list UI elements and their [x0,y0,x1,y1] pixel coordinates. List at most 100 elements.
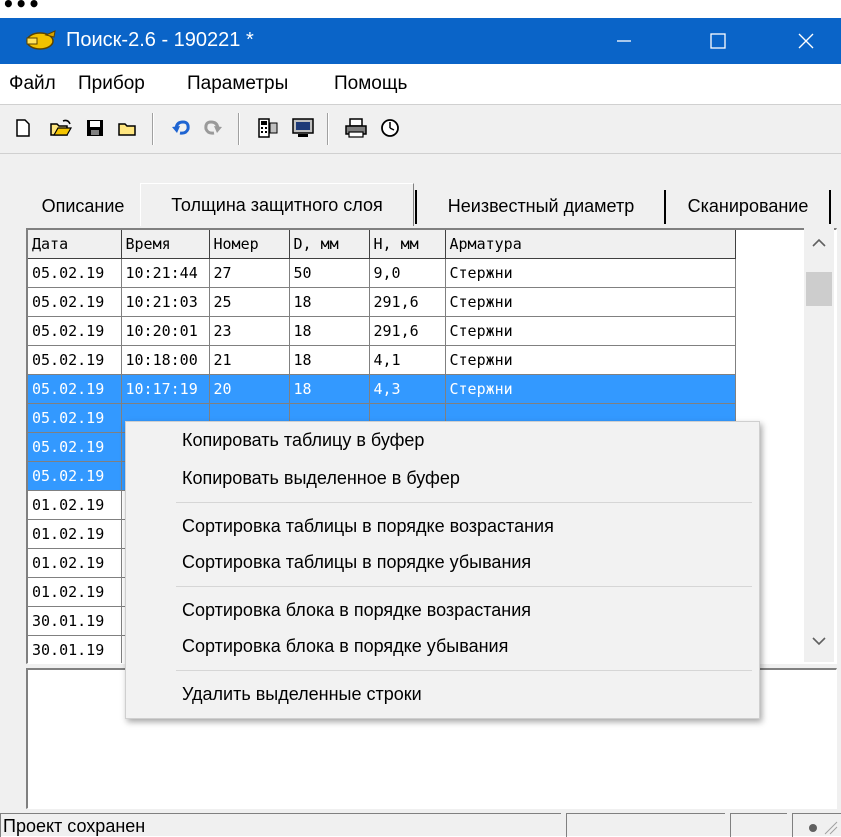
folder-icon [118,123,136,136]
menu-device[interactable]: Прибор [78,73,145,95]
print-button[interactable] [343,115,369,141]
cell-date[interactable]: 05.02.19 [28,374,122,404]
cell-time[interactable]: 10:21:03 [121,287,210,317]
scrollbar-thumb[interactable] [806,272,832,306]
undo-button[interactable] [168,115,194,141]
cell-reinforcement[interactable]: Стержни [445,316,736,346]
column-header-number[interactable]: Номер [209,230,290,259]
table-row[interactable]: 05.02.19 10:21:03 25 18 291,6 Стержни [28,287,795,317]
open-folder-icon [50,119,73,136]
table-row[interactable]: 05.02.19 10:21:44 27 50 9,0 Стержни [28,258,795,288]
toolbar [0,104,841,154]
tab-cover-thickness[interactable]: Толщина защитного слоя [140,183,414,226]
column-header-height[interactable]: H, мм [369,230,446,259]
minimize-button[interactable] [594,18,654,64]
cell-date[interactable]: 05.02.19 [28,287,122,317]
cell-time[interactable]: 10:21:44 [121,258,210,288]
table-row[interactable]: 05.02.19 10:20:01 23 18 291,6 Стержни [28,316,795,346]
column-header-reinforcement[interactable]: Арматура [445,230,736,259]
cell-height[interactable]: 291,6 [369,287,446,317]
redo-icon [204,120,222,135]
cell-height[interactable]: 4,3 [369,374,446,404]
menu-file[interactable]: Файл [9,73,56,95]
resize-grip-icon[interactable] [823,818,839,836]
cell-date[interactable]: 01.02.19 [28,548,122,578]
close-button[interactable] [776,18,836,64]
scroll-up-icon[interactable] [812,238,826,248]
ctx-delete-rows[interactable]: Удалить выделенные строки [182,684,422,705]
tab-divider [415,190,417,224]
new-file-button[interactable] [10,115,36,141]
clipped-text-fragment: ••• [2,0,41,16]
cell-number[interactable]: 25 [209,287,290,317]
monitor-icon [292,118,314,137]
maximize-button[interactable] [688,18,748,64]
ctx-sort-table-desc[interactable]: Сортировка таблицы в порядке убывания [182,552,531,573]
open-button[interactable] [48,115,74,141]
cell-reinforcement[interactable]: Стержни [445,345,736,375]
cell-diameter[interactable]: 18 [289,345,370,375]
ctx-sort-table-asc[interactable]: Сортировка таблицы в порядке возрастания [182,516,554,537]
table-row[interactable]: 05.02.19 10:18:00 21 18 4,1 Стержни [28,345,795,375]
menu-help[interactable]: Помощь [334,73,407,95]
cell-diameter[interactable]: 18 [289,316,370,346]
table-row[interactable]: 05.02.19 10:17:19 20 18 4,3 Стержни [28,374,795,404]
ctx-sort-block-desc[interactable]: Сортировка блока в порядке убывания [182,636,508,657]
cell-time[interactable]: 10:17:19 [121,374,210,404]
cell-time[interactable]: 10:20:01 [121,316,210,346]
cell-date[interactable]: 05.02.19 [28,258,122,288]
clock-icon [381,119,399,137]
cell-date[interactable]: 05.02.19 [28,432,122,462]
cell-date[interactable]: 01.02.19 [28,519,122,549]
cell-height[interactable]: 9,0 [369,258,446,288]
clock-button[interactable] [377,115,403,141]
cell-number[interactable]: 21 [209,345,290,375]
cell-height[interactable]: 4,1 [369,345,446,375]
column-header-time[interactable]: Время [121,230,210,259]
cell-date[interactable]: 05.02.19 [28,403,122,433]
menu-parameters[interactable]: Параметры [187,73,288,95]
cell-diameter[interactable]: 18 [289,374,370,404]
cell-date[interactable]: 05.02.19 [28,461,122,491]
cell-reinforcement[interactable]: Стержни [445,287,736,317]
cell-date[interactable]: 01.02.19 [28,490,122,520]
column-header-date[interactable]: Дата [28,230,122,259]
cell-empty [735,258,795,288]
cell-empty [735,316,795,346]
cell-date[interactable]: 30.01.19 [28,606,122,636]
ctx-separator [176,502,752,503]
redo-button[interactable] [200,115,226,141]
cell-date[interactable]: 05.02.19 [28,316,122,346]
column-header-diameter[interactable]: D, мм [289,230,370,259]
ctx-sort-block-asc[interactable]: Сортировка блока в порядке возрастания [182,600,531,621]
cell-time[interactable]: 10:18:00 [121,345,210,375]
column-header-empty [735,230,795,259]
cell-number[interactable]: 23 [209,316,290,346]
cell-height[interactable]: 291,6 [369,316,446,346]
tab-description[interactable]: Описание [28,188,138,224]
clipped-top-strip: ••• [0,0,841,18]
cell-reinforcement[interactable]: Стержни [445,258,736,288]
cell-date[interactable]: 30.01.19 [28,635,122,663]
ctx-copy-table[interactable]: Копировать таблицу в буфер [182,430,424,451]
cell-number[interactable]: 27 [209,258,290,288]
menu-bar: Файл Прибор Параметры Помощь [0,64,841,104]
tab-unknown-diameter[interactable]: Неизвестный диаметр [419,188,663,224]
ctx-copy-selection[interactable]: Копировать выделенное в буфер [182,468,460,489]
table-header-row: Дата Время Номер D, мм H, мм Арматура [28,230,795,259]
vertical-scrollbar[interactable] [804,228,834,662]
scroll-down-icon[interactable] [812,636,826,646]
cell-diameter[interactable]: 50 [289,258,370,288]
save-button[interactable] [82,115,108,141]
folder-button[interactable] [114,115,140,141]
cell-diameter[interactable]: 18 [289,287,370,317]
cell-number[interactable]: 20 [209,374,290,404]
monitor-button[interactable] [290,115,316,141]
cell-date[interactable]: 01.02.19 [28,577,122,607]
device-button[interactable] [255,115,281,141]
title-bar[interactable]: Поиск-2.6 - 190221 * [0,18,841,64]
cell-date[interactable]: 05.02.19 [28,345,122,375]
device-icon [258,118,278,138]
cell-reinforcement[interactable]: Стержни [445,374,736,404]
tab-scanning[interactable]: Сканирование [668,188,828,224]
